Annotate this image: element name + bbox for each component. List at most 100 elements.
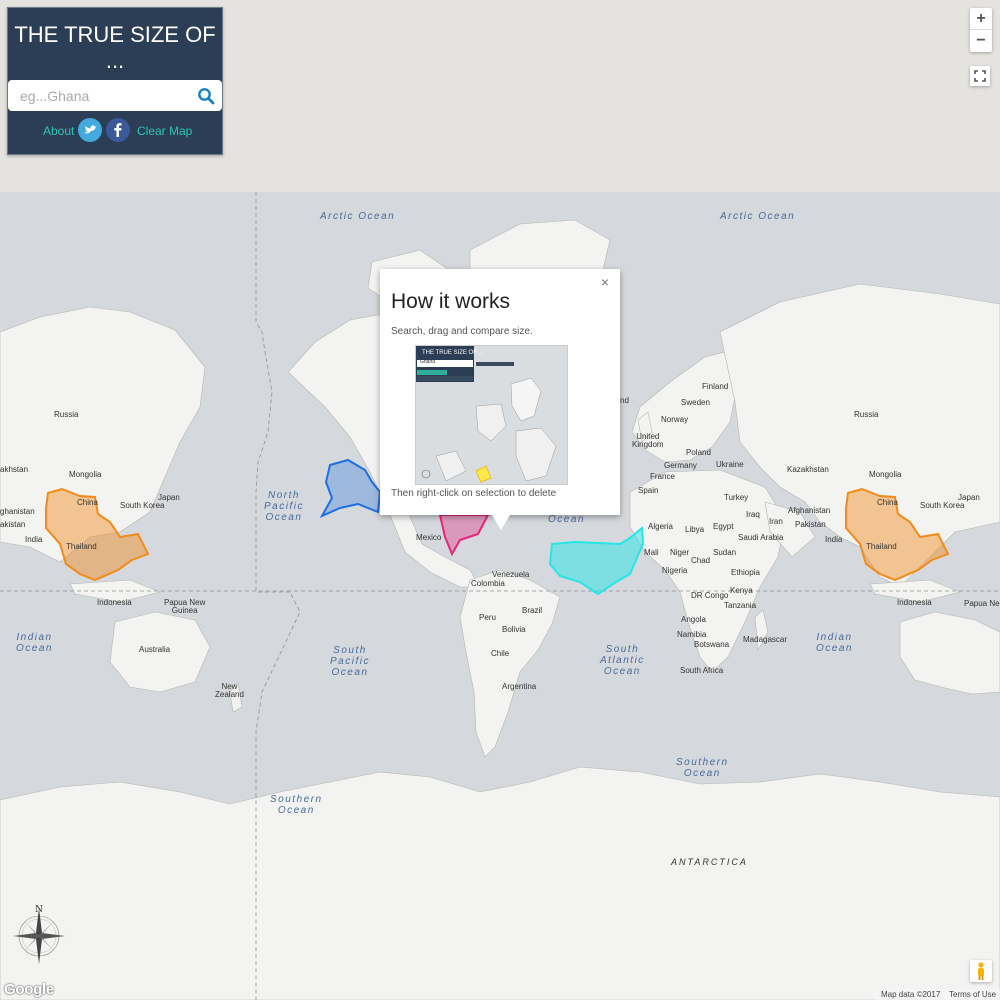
place-label: Iran <box>769 517 783 526</box>
place-label: Chad <box>691 556 711 565</box>
place-label: Algeria <box>648 522 673 531</box>
place-label: Papua New Guinea <box>164 598 206 615</box>
place-label: Colombia <box>471 579 505 588</box>
place-label: Chile <box>491 649 510 658</box>
place-label: Thailand <box>66 542 97 551</box>
place-label: Papua Ne <box>964 599 1000 608</box>
ocean-label: Southern Ocean <box>676 757 729 779</box>
overlay-mexico[interactable] <box>438 514 490 557</box>
brand-panel: THE TRUE SIZE OF ... About Clear Map <box>7 7 223 155</box>
compass-rose-icon: N <box>8 900 70 970</box>
fullscreen-icon[interactable] <box>970 66 990 86</box>
place-label: akistan <box>0 520 26 529</box>
ocean-label: Indian Ocean <box>816 632 853 654</box>
place-label: Norway <box>661 415 689 424</box>
twitter-icon[interactable] <box>78 118 102 142</box>
demo-search: Ghana <box>417 359 473 367</box>
place-label: Argentina <box>502 682 537 691</box>
google-logo[interactable]: Google <box>4 981 54 998</box>
terms-of-use-link[interactable]: Terms of Use <box>949 990 996 999</box>
place-label: Russia <box>854 410 879 419</box>
place-label: ghanistan <box>0 507 35 516</box>
place-label: Mexico <box>416 533 442 542</box>
about-link[interactable]: About <box>43 124 74 138</box>
place-label: Pakistan <box>795 520 826 529</box>
place-label: Botswana <box>694 640 730 649</box>
place-label: Spain <box>638 486 659 495</box>
popup-subtitle: Search, drag and compare size. <box>391 326 533 337</box>
place-label: South Korea <box>920 501 965 510</box>
place-label: Iraq <box>746 510 760 519</box>
app-title: THE TRUE SIZE OF ... <box>14 22 216 73</box>
place-label: France <box>650 472 675 481</box>
place-label: Indonesia <box>897 598 932 607</box>
place-label: Venezuela <box>492 570 530 579</box>
place-label: China <box>77 498 98 507</box>
map-data-text: Map data ©2017 <box>881 990 941 999</box>
place-label: Mali <box>644 548 659 557</box>
place-label: DR Congo <box>691 591 729 600</box>
place-label: Finland <box>702 382 729 391</box>
place-label: nd <box>620 396 629 405</box>
place-label: Libya <box>685 525 705 534</box>
place-label: Turkey <box>724 493 749 502</box>
popup-title: How it works <box>391 290 511 313</box>
ocean-label: Southern Ocean <box>270 794 323 816</box>
clear-map-link[interactable]: Clear Map <box>137 124 192 138</box>
map-attribution: Map data ©2017 Terms of Use <box>875 989 1000 1000</box>
place-label: Peru <box>479 613 496 622</box>
facebook-icon[interactable] <box>106 118 130 142</box>
ocean-label: Ocean <box>548 514 585 525</box>
ocean-label: North Pacific Ocean <box>264 490 304 523</box>
popup-footer: Then right-click on selection to delete <box>391 488 557 499</box>
place-label: Afghanistan <box>788 506 831 515</box>
place-label: Indonesia <box>97 598 132 607</box>
place-label: Poland <box>686 448 711 457</box>
brand-links: About Clear Map <box>8 118 222 144</box>
place-label: New Zealand <box>215 682 244 699</box>
how-it-works-popup: × How it works Search, drag and compare … <box>380 269 620 515</box>
australia-right-land <box>899 611 1000 695</box>
ocean-label: South Atlantic Ocean <box>600 644 645 677</box>
place-label: Mongolia <box>69 470 102 479</box>
ocean-label: Arctic Ocean <box>720 211 796 222</box>
ocean-label: Indian Ocean <box>16 632 53 654</box>
place-label: Nigeria <box>662 566 688 575</box>
place-label: India <box>825 535 843 544</box>
demo-tooltip <box>476 362 514 366</box>
madagascar-land <box>754 609 769 651</box>
search-box[interactable] <box>8 80 222 111</box>
place-label: Saudi Arabia <box>738 533 784 542</box>
search-input[interactable] <box>8 80 188 111</box>
place-label: Kenya <box>730 586 753 595</box>
place-label: Brazil <box>522 606 543 615</box>
zoom-in-button[interactable]: + <box>970 8 992 30</box>
place-label: Mongolia <box>869 470 902 479</box>
south-america-land <box>459 569 561 758</box>
close-icon[interactable]: × <box>598 275 612 289</box>
place-label: India <box>25 535 43 544</box>
popup-demo-image: THE TRUE SIZE OF ... Ghana <box>415 345 568 485</box>
zoom-out-button[interactable]: − <box>970 30 992 52</box>
popup-pointer <box>492 515 510 530</box>
place-label: Tanzania <box>724 601 757 610</box>
place-label: Russia <box>54 410 79 419</box>
place-label: Germany <box>664 461 697 470</box>
antarctica-label: ANTARCTICA <box>671 857 748 867</box>
place-label: Australia <box>139 645 171 654</box>
search-icon[interactable] <box>196 86 216 106</box>
demo-search-text: Ghana <box>420 359 436 365</box>
place-label: United Kingdom <box>632 432 664 449</box>
overlay-united-states[interactable] <box>548 525 645 596</box>
place-label: Niger <box>670 548 690 557</box>
place-label: Thailand <box>866 542 897 551</box>
place-label: Ukraine <box>716 460 744 469</box>
zoom-control: + − <box>970 8 992 52</box>
place-label: Bolivia <box>502 625 526 634</box>
place-label: Madagascar <box>743 635 788 644</box>
pegman-icon[interactable] <box>970 960 992 982</box>
place-label: Sudan <box>713 548 737 557</box>
demo-suggestion <box>417 376 473 381</box>
place-label: akhstan <box>0 465 29 474</box>
place-label: Sweden <box>681 398 710 407</box>
